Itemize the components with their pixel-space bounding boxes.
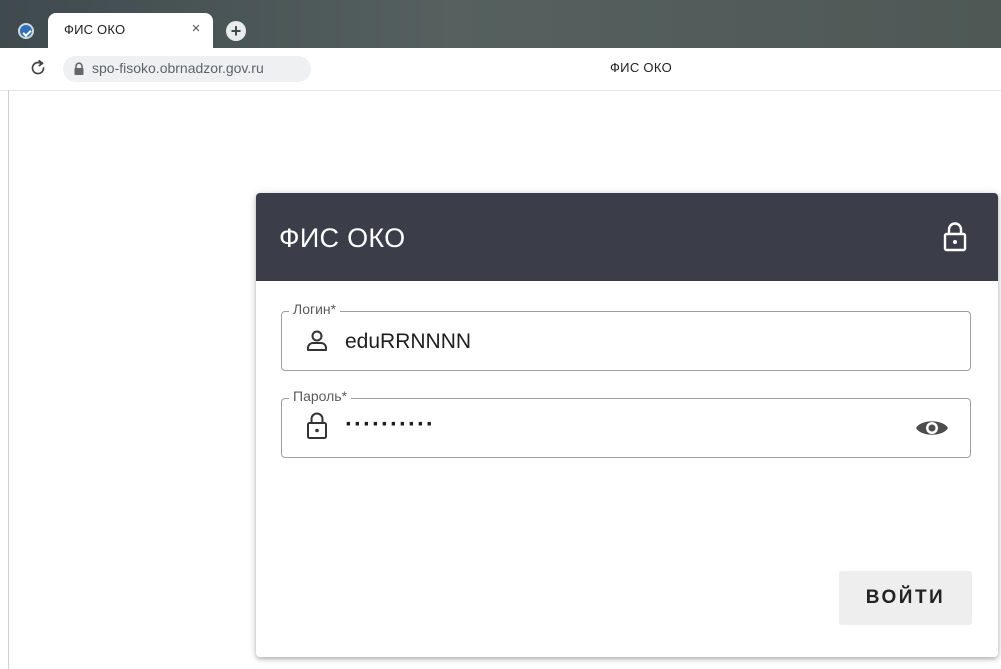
url-text[interactable]: spo-fisoko.obrnadzor.gov.ru	[92, 60, 264, 76]
password-input-value[interactable]: ··········	[345, 411, 435, 439]
password-field[interactable]: Пароль* ··········	[281, 388, 971, 458]
new-tab-icon[interactable]: +	[226, 21, 246, 41]
window-left-border	[8, 90, 9, 669]
page-title: ФИС ОКО	[610, 60, 672, 75]
login-card-header: ФИС ОКО	[256, 193, 998, 281]
secure-lock-icon	[74, 62, 84, 75]
browser-tab-strip: ФИС ОКО × +	[0, 0, 1001, 48]
lock-icon	[307, 412, 327, 439]
tab-title: ФИС ОКО	[64, 22, 126, 37]
reload-icon[interactable]	[29, 59, 47, 77]
browser-tab[interactable]: ФИС ОКО ×	[48, 13, 213, 48]
site-favicon-icon	[18, 23, 34, 39]
user-icon	[307, 330, 327, 351]
login-submit-button[interactable]: ВОЙТИ	[839, 571, 972, 625]
password-field-label: Пароль*	[289, 388, 352, 404]
login-field-label: Логин*	[289, 301, 341, 317]
login-card: ФИС ОКО Логин* eduRRNNNN Пароль* ·······…	[256, 193, 998, 657]
login-field[interactable]: Логин* eduRRNNNN	[281, 301, 971, 371]
login-card-title: ФИС ОКО	[279, 223, 406, 253]
eye-icon[interactable]	[915, 417, 949, 439]
lock-icon	[943, 222, 967, 252]
tab-close-icon[interactable]: ×	[187, 20, 205, 38]
login-input-value[interactable]: eduRRNNNN	[345, 330, 471, 354]
